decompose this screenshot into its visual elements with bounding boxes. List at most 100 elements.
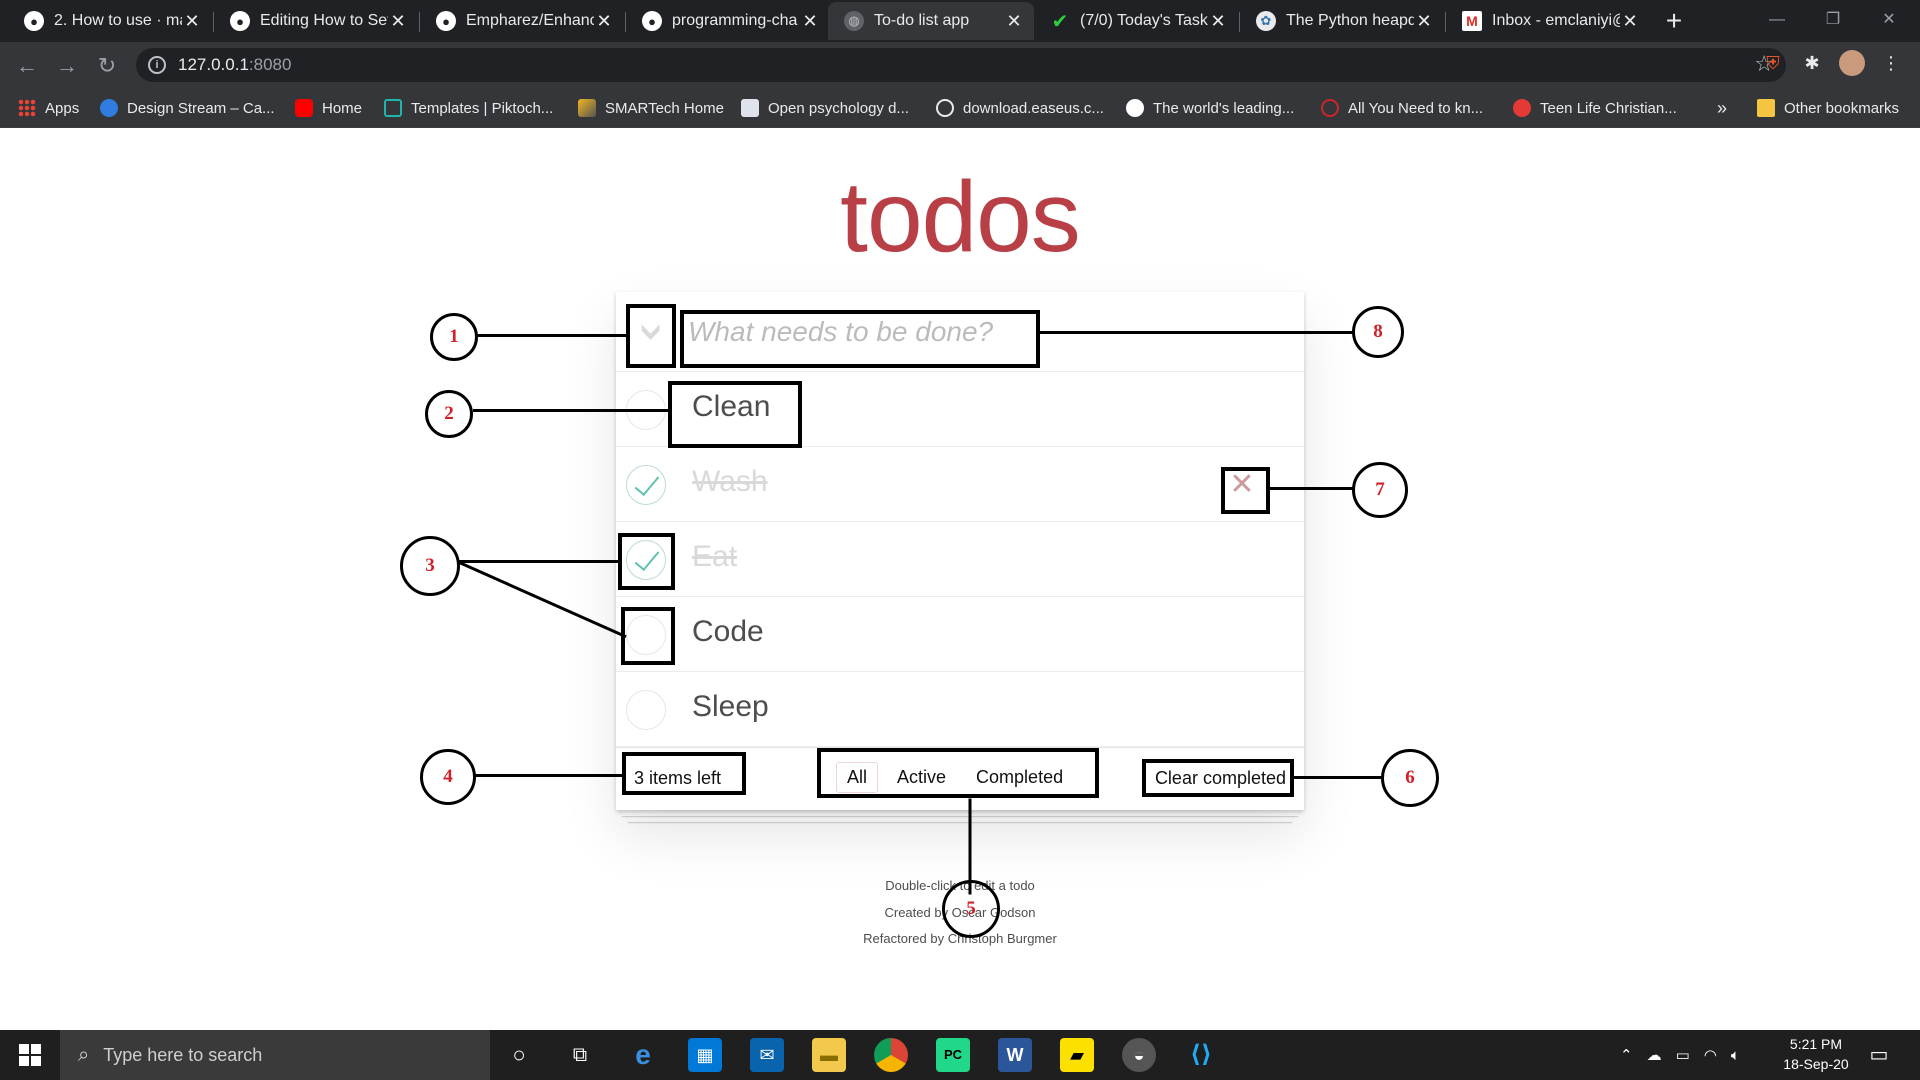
tab-5-active[interactable]: ◍ To-do list app ✕ — [828, 2, 1034, 40]
mail-icon[interactable]: ✉ — [750, 1038, 784, 1072]
bookmark-home[interactable]: Home — [295, 88, 362, 128]
back-button[interactable]: ← — [12, 51, 42, 81]
close-icon[interactable]: ✕ — [1004, 11, 1024, 32]
todo-checkbox[interactable] — [626, 690, 666, 730]
close-icon[interactable]: ✕ — [800, 11, 820, 32]
close-icon[interactable]: ✕ — [1414, 11, 1434, 32]
browser-chrome: ● 2. How to use · ma ✕ ● Editing How to … — [0, 0, 1920, 128]
avatar[interactable] — [1839, 50, 1865, 76]
new-tab-button[interactable]: + — [1657, 4, 1691, 38]
close-icon[interactable]: ✕ — [1208, 11, 1228, 32]
tab-8[interactable]: M Inbox - emclaniyi@ ✕ — [1446, 2, 1650, 40]
volume-icon[interactable]: 🔈︎ — [1731, 1047, 1740, 1064]
task-view-icon[interactable]: ⧉ — [563, 1038, 597, 1072]
todo-label[interactable]: Eat — [692, 540, 737, 574]
address-bar[interactable]: i 127.0.0.1:8080 ☆ — [136, 48, 1786, 82]
youtube-icon — [295, 99, 313, 117]
bookmark-apps[interactable]: Apps — [18, 88, 79, 128]
todo-label[interactable]: Wash — [692, 465, 768, 499]
github-icon — [1126, 99, 1144, 117]
close-icon[interactable]: ✕ — [594, 11, 614, 32]
tab-3[interactable]: ● Empharez/Enhanc ✕ — [420, 2, 624, 40]
bookmark-open-psychology[interactable]: Open psychology d... — [741, 88, 909, 128]
bookmark-github[interactable]: The world's leading... — [1126, 88, 1294, 128]
pycharm-icon[interactable]: PC — [936, 1038, 970, 1072]
kebab-menu-icon[interactable]: ⋮ — [1878, 50, 1904, 76]
edge-icon[interactable]: e — [626, 1038, 660, 1072]
notifications-icon[interactable]: ▭ — [1862, 1038, 1896, 1072]
close-icon[interactable]: ✕ — [182, 11, 202, 32]
todo-label[interactable]: Code — [692, 615, 764, 649]
todo-item-code[interactable]: Code — [616, 597, 1304, 672]
reload-button[interactable]: ↻ — [92, 51, 122, 81]
bookmark-design-stream[interactable]: Design Stream – Ca... — [100, 88, 275, 128]
url-text[interactable]: 127.0.0.1:8080 — [178, 55, 291, 75]
todo-item-wash[interactable]: Wash ✕ — [616, 447, 1304, 522]
callout-5: 5 — [942, 880, 1000, 938]
bookmark-teen-life[interactable]: Teen Life Christian... — [1513, 88, 1677, 128]
extensions-puzzle-icon[interactable]: ✱ — [1799, 50, 1825, 76]
bookmark-smartech[interactable]: SMARTech Home — [578, 88, 724, 128]
spider-icon — [1321, 99, 1339, 117]
leader-line — [473, 409, 668, 412]
todo-item-eat[interactable]: Eat — [616, 522, 1304, 597]
tab-title: Inbox - emclaniyi@ — [1492, 12, 1620, 29]
github-icon: ● — [230, 11, 250, 31]
gmail-icon: M — [1462, 11, 1482, 31]
bookmark-label: Teen Life Christian... — [1540, 99, 1677, 117]
tab-7[interactable]: ✿ The Python heapq ✕ — [1240, 2, 1444, 40]
taskbar-clock[interactable]: 5:21 PM 18-Sep-20 — [1770, 1034, 1862, 1074]
other-bookmarks[interactable]: Other bookmarks — [1757, 88, 1899, 128]
leader-line — [473, 334, 626, 337]
bookmarks-bar: Apps Design Stream – Ca... Home Template… — [0, 88, 1920, 128]
brave-shield-icon[interactable]: ⛨ — [1760, 50, 1786, 76]
callout-7: 7 — [1352, 462, 1408, 518]
bookmark-all-you-need[interactable]: All You Need to kn... — [1321, 88, 1483, 128]
minimize-button[interactable]: — — [1746, 0, 1808, 40]
github-icon: ● — [436, 11, 456, 31]
tab-1[interactable]: ● 2. How to use · ma ✕ — [8, 2, 212, 40]
checkmark-icon: ✔ — [1051, 10, 1069, 33]
taskbar-search-box[interactable]: ⌕ Type here to search — [60, 1030, 490, 1080]
browser-toolbar: ← → ↻ i 127.0.0.1:8080 ☆ ⛨ ✱ ⋮ — [0, 42, 1920, 88]
file-explorer-icon[interactable]: ▬ — [812, 1038, 846, 1072]
store-icon[interactable]: ▦ — [688, 1038, 722, 1072]
vscode-icon[interactable]: ⟨⟩ — [1184, 1038, 1218, 1072]
url-port: :8080 — [248, 55, 292, 74]
close-icon[interactable]: ✕ — [388, 11, 408, 32]
bookmark-easeus[interactable]: download.easeus.c... — [936, 88, 1104, 128]
info-icon[interactable]: i — [148, 56, 166, 74]
cortana-icon[interactable]: ○ — [502, 1038, 536, 1072]
onedrive-cloud-icon[interactable]: ☁ — [1647, 1046, 1662, 1064]
tab-title: Empharez/Enhanc — [466, 12, 594, 29]
restore-button[interactable]: ❐ — [1802, 0, 1864, 40]
chevron-up-icon[interactable]: ⌃ — [1620, 1046, 1633, 1064]
word-icon[interactable]: W — [998, 1038, 1032, 1072]
sticky-notes-icon[interactable]: ▰ — [1060, 1038, 1094, 1072]
tab-strip: ● 2. How to use · ma ✕ ● Editing How to … — [0, 0, 1920, 42]
tab-2[interactable]: ● Editing How to Set ✕ — [214, 2, 418, 40]
windows-logo-icon — [19, 1044, 41, 1066]
todo-label[interactable]: Sleep — [692, 690, 769, 724]
close-icon[interactable]: ✕ — [1620, 11, 1640, 32]
terminal-app-icon[interactable]: ◒ — [1122, 1038, 1156, 1072]
todo-checkbox-checked[interactable] — [626, 465, 666, 505]
wifi-icon[interactable]: ◠ — [1704, 1046, 1717, 1064]
todo-item-sleep[interactable]: Sleep — [616, 672, 1304, 747]
globe-icon: ◍ — [844, 11, 864, 31]
callout-4: 4 — [420, 749, 476, 805]
callout-2: 2 — [425, 390, 473, 438]
window-close-button[interactable]: ✕ — [1858, 0, 1920, 40]
bookmark-label: Other bookmarks — [1784, 99, 1900, 117]
bookmark-templates[interactable]: Templates | Piktoch... — [384, 88, 553, 128]
url-host: 127.0.0.1 — [178, 55, 249, 74]
battery-icon[interactable]: ▭ — [1676, 1046, 1690, 1064]
tab-6[interactable]: ✔ (7/0) Today's Tasks ✕ — [1034, 2, 1238, 40]
windows-start-button[interactable] — [0, 1030, 60, 1080]
bookmarks-overflow-button[interactable]: » — [1717, 88, 1727, 128]
chrome-icon[interactable] — [874, 1038, 908, 1072]
tab-title: (7/0) Today's Tasks — [1080, 12, 1208, 29]
github-icon: ● — [642, 11, 662, 31]
forward-button[interactable]: → — [52, 51, 82, 81]
tab-4[interactable]: ● programming-cha ✕ — [626, 2, 830, 40]
